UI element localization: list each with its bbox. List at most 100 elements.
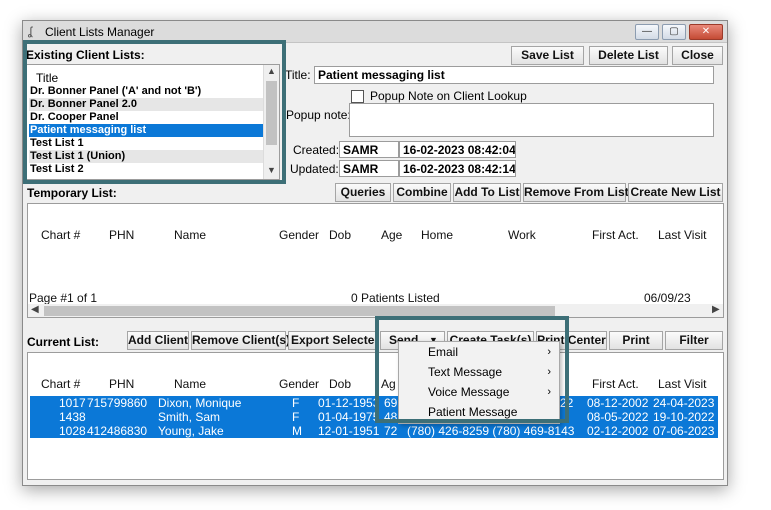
list-item[interactable]: Dr. Bonner Panel 2.0 [29,98,267,111]
send-dropdown-menu: Email › Text Message › Voice Message › P… [398,341,560,424]
save-list-button[interactable]: Save List [511,46,584,65]
cell-dob: 01-12-1953 [318,396,380,410]
created-user-field: SAMR [339,141,399,158]
column-header-phn[interactable]: PHN [109,228,134,242]
scroll-left-icon[interactable]: ◀ [31,304,39,315]
delete-list-button[interactable]: Delete List [589,46,668,65]
export-selected-button[interactable]: Export Selected [288,331,378,350]
remove-from-list-button[interactable]: Remove From List [523,183,629,202]
list-item[interactable]: Dr. Cooper Panel [29,111,267,124]
close-window-button[interactable]: ✕ [689,24,723,40]
existing-lists-scrollbar[interactable]: ▲ ▼ [263,65,279,179]
menu-item-label: Email [428,345,459,359]
temporary-list-grid[interactable]: Chart # PHN Name Gender Dob Age Home Wor… [27,203,724,318]
column-header-first-act[interactable]: First Act. [592,377,639,391]
cell-name: Smith, Sam [158,410,221,424]
column-header-first-act[interactable]: First Act. [592,228,639,242]
page-indicator: Page #1 of 1 [29,291,98,305]
cell-last-visit: 24-04-2023 [653,396,715,410]
window-title: Client Lists Manager [45,25,155,39]
column-header-name[interactable]: Name [174,377,206,391]
existing-lists-box[interactable]: Title Dr. Bonner Panel ('A' and not 'B')… [26,64,280,180]
menu-item-voice-message[interactable]: Voice Message › [399,383,559,402]
table-row[interactable]: 1028 412486830 Young, Jake M 12-01-1951 … [30,424,718,438]
column-header-gender[interactable]: Gender [279,377,319,391]
patient-count: 0 Patients Listed [351,291,440,305]
column-header-name[interactable]: Name [174,228,206,242]
queries-button[interactable]: Queries [335,183,391,202]
chevron-right-icon: › [547,386,551,398]
cell-name: Young, Jake [158,424,224,438]
cell-chart: 1438 [59,410,86,424]
cell-chart: 1028 [59,424,86,438]
created-date-field: 16-02-2023 08:42:04 [399,141,516,158]
print-button[interactable]: Print [609,331,663,350]
chevron-right-icon: › [547,346,551,358]
remove-clients-button[interactable]: Remove Client(s) [191,331,290,350]
minimize-button[interactable]: — [635,24,659,40]
column-header-home[interactable]: Home [421,228,453,242]
column-header-last-visit[interactable]: Last Visit [658,228,706,242]
scroll-right-icon[interactable]: ▶ [712,304,720,315]
filter-button[interactable]: Filter [665,331,723,350]
column-header-chart[interactable]: Chart # [41,377,80,391]
close-button[interactable]: Close [672,46,723,65]
menu-item-text-message[interactable]: Text Message › [399,363,559,382]
cell-phn: 715799860 [87,396,148,410]
column-header-phn[interactable]: PHN [109,377,134,391]
title-input[interactable]: Patient messaging list [314,66,714,84]
cell-age: 48 [384,410,398,424]
column-header-dob[interactable]: Dob [329,228,351,242]
cell-name: Dixon, Monique [158,396,242,410]
combine-button[interactable]: Combine [393,183,451,202]
menu-item-email[interactable]: Email › [399,343,559,362]
app-icon: ʆ [28,24,33,38]
scroll-down-icon[interactable]: ▼ [267,165,276,175]
cell-dob: 12-01-1951 [318,424,380,438]
scroll-up-icon[interactable]: ▲ [267,66,276,76]
client-lists-manager-window: ʆ Client Lists Manager — ▢ ✕ Existing Cl… [22,20,728,486]
list-item[interactable]: Test List 2 [29,163,267,176]
cell-last-visit: 19-10-2022 [653,410,715,424]
menu-item-label: Text Message [428,365,503,379]
cell-first-act: 02-12-2002 [587,424,649,438]
maximize-button[interactable]: ▢ [662,24,686,40]
column-header-dob[interactable]: Dob [329,377,351,391]
column-header-gender[interactable]: Gender [279,228,319,242]
menu-item-patient-message[interactable]: Patient Message [399,403,559,422]
popup-note-textarea[interactable] [349,103,714,137]
popup-note-label: Popup note: [286,108,351,122]
popup-note-checkbox-label: Popup Note on Client Lookup [370,89,527,103]
cell-contact: 22 [560,396,574,410]
table-row[interactable]: 1017 715799860 Dixon, Monique F 01-12-19… [30,396,718,410]
cell-contact: (780) 426-8259 (780) 469-8143 [407,424,575,438]
list-item[interactable]: Dr. Bonner Panel ('A' and not 'B') [29,85,267,98]
column-header-chart[interactable]: Chart # [41,228,80,242]
list-item[interactable]: Test List 1 [29,137,267,150]
scroll-thumb[interactable] [266,81,277,145]
created-label: Created: [293,143,340,157]
cell-chart: 1017 [59,396,86,410]
cell-dob: 01-04-1975 [318,410,380,424]
list-item[interactable]: Test List 1 (Union) [29,150,267,163]
add-to-list-button[interactable]: Add To List [453,183,521,202]
cell-gender: F [292,396,300,410]
column-header-last-visit[interactable]: Last Visit [658,377,706,391]
title-field-label: Title: [285,68,311,82]
updated-label: Updated: [290,162,339,176]
scroll-thumb[interactable] [44,306,555,316]
temporary-list-hscrollbar[interactable]: ◀ ▶ [28,304,723,317]
column-header-age[interactable]: Age [381,228,402,242]
cell-gender: F [292,410,300,424]
popup-note-checkbox[interactable] [351,90,364,103]
column-header-work[interactable]: Work [508,228,536,242]
menu-item-label: Voice Message [428,385,510,399]
add-client-button[interactable]: Add Client [127,331,189,350]
current-list-grid[interactable]: Chart # PHN Name Gender Dob Ag First Act… [27,352,724,480]
menu-item-label: Patient Message [428,405,518,419]
cell-phn: 412486830 [87,424,148,438]
create-new-list-button[interactable]: Create New List [628,183,723,202]
table-row[interactable]: 1438 Smith, Sam F 01-04-1975 48 08-05-20… [30,410,718,424]
column-header-age[interactable]: Ag [381,377,396,391]
list-item-selected[interactable]: Patient messaging list [29,124,267,137]
